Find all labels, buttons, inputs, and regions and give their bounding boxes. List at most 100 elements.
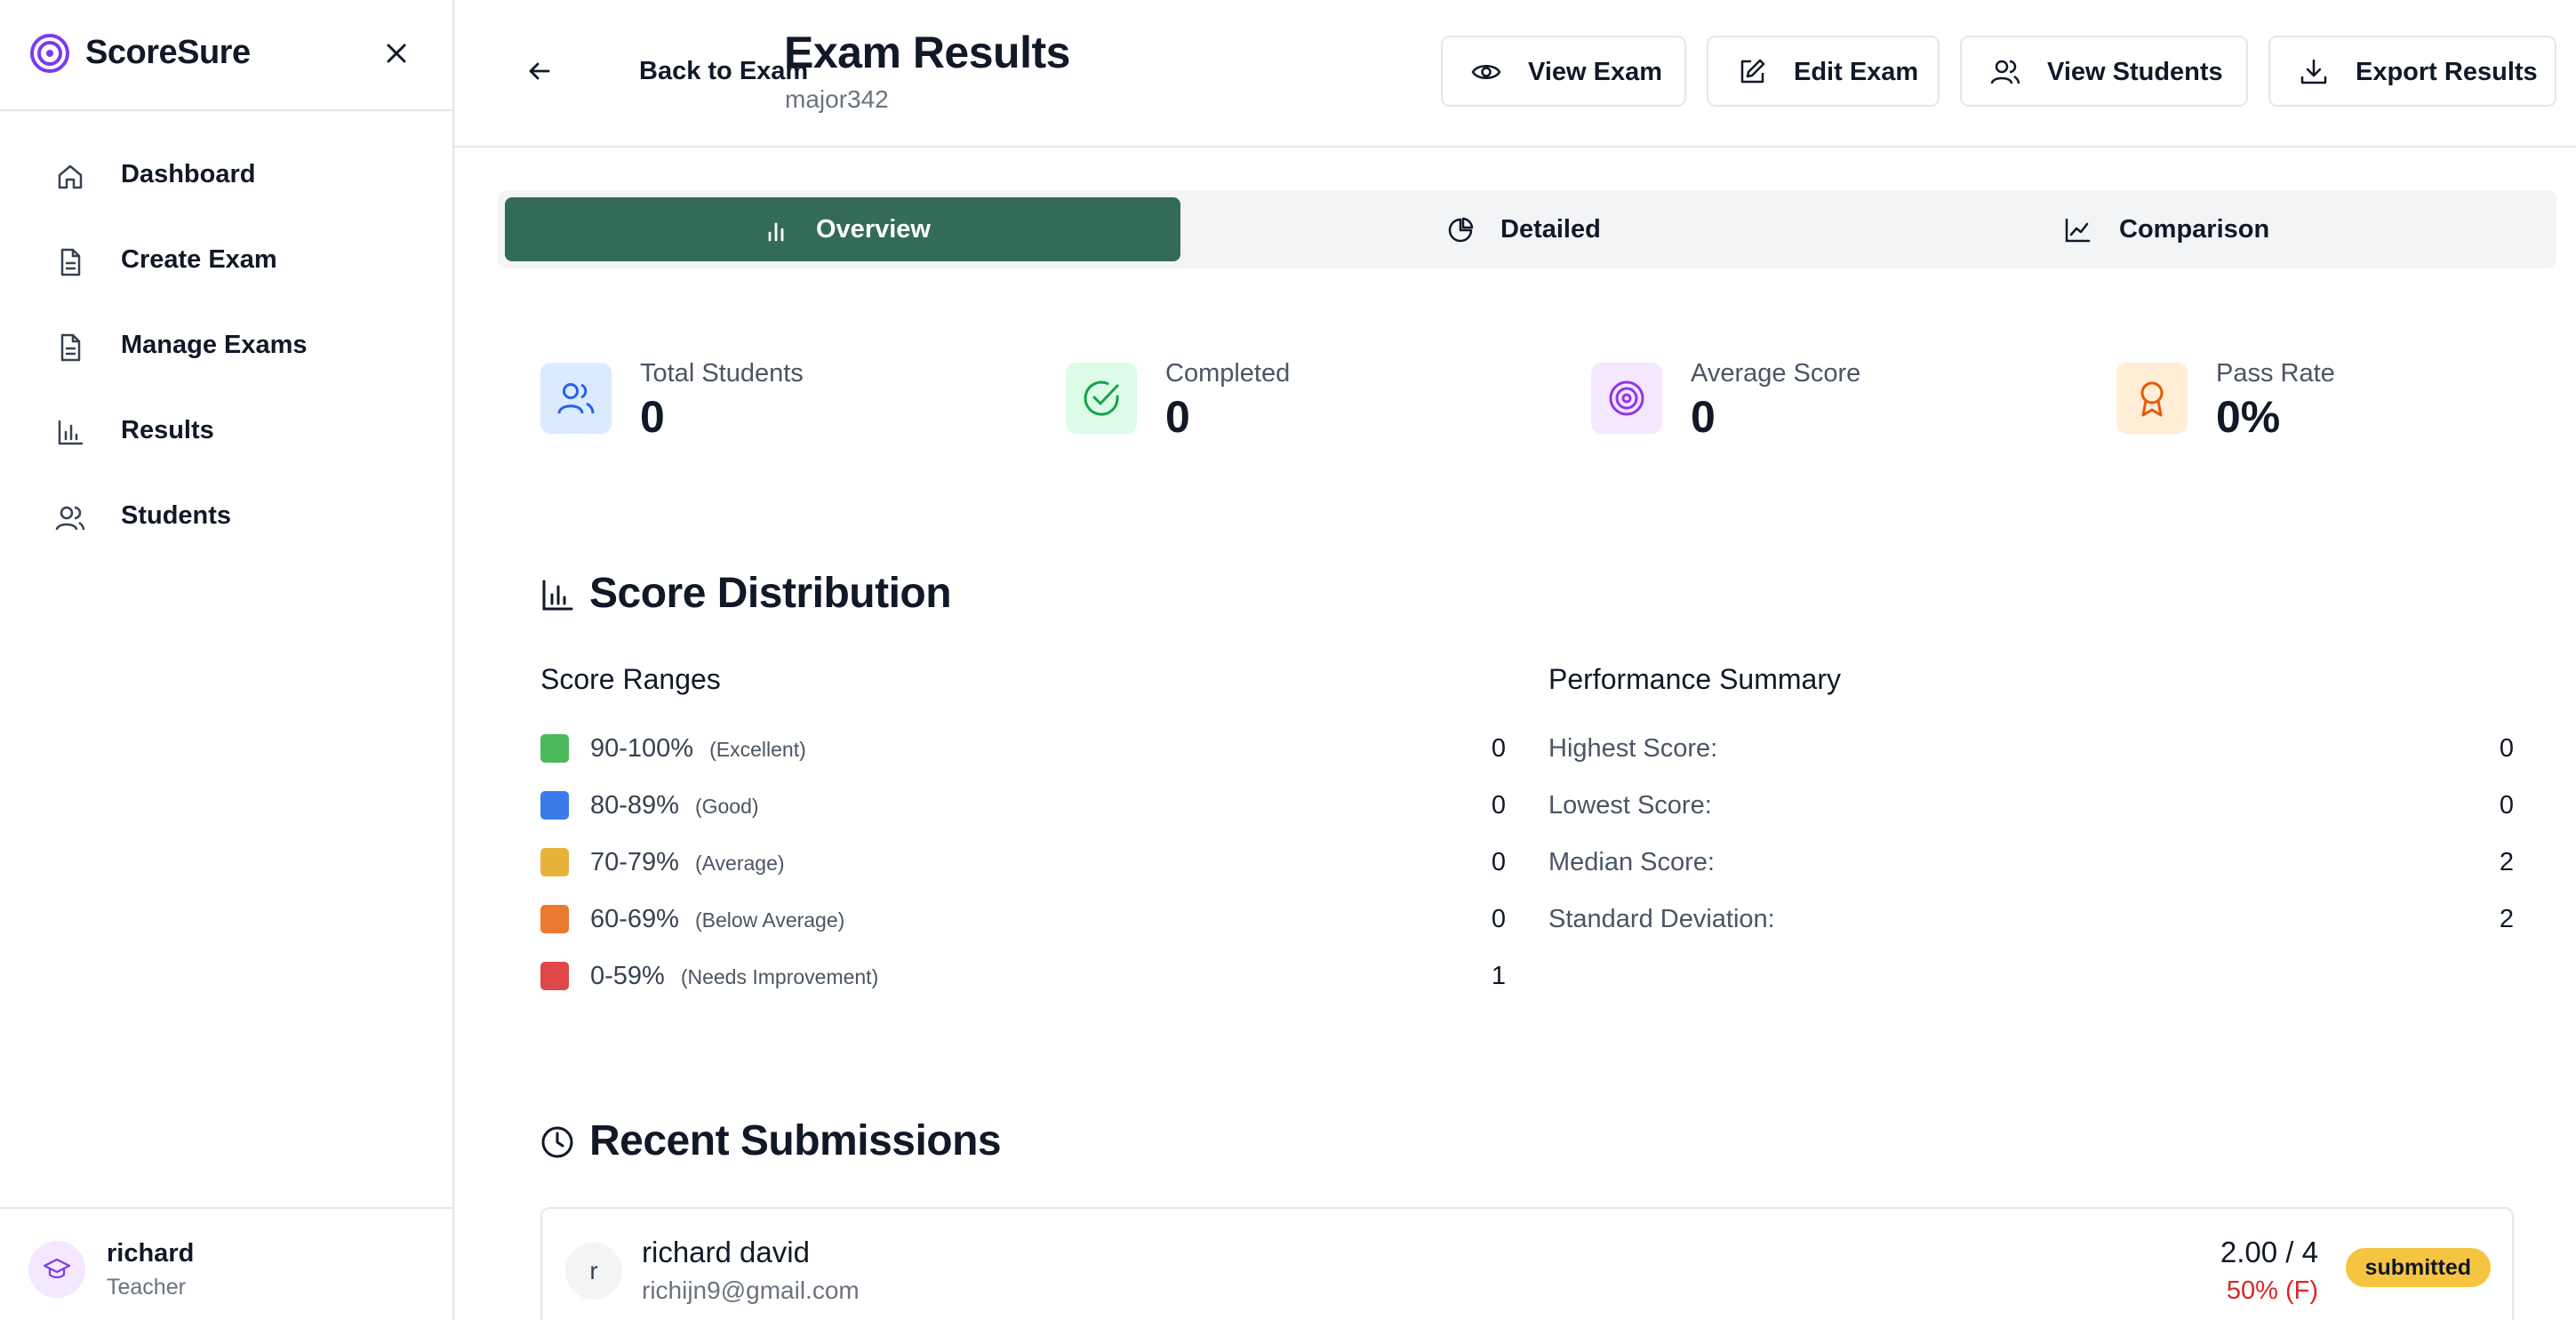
score-distribution-title: Score Distribution [589, 570, 952, 617]
range-label: 70-79% (Average) [590, 848, 785, 876]
exam-code: major342 [785, 85, 889, 113]
stat-icon-box [1591, 363, 1662, 434]
bar-chart-icon [58, 420, 84, 445]
tab-label: Overview [816, 215, 931, 244]
edit-exam-label: Edit Exam [1794, 58, 1919, 86]
close-icon[interactable] [380, 37, 412, 69]
edit-icon [1740, 59, 1765, 84]
student-email: richijn9@gmail.com [642, 1276, 860, 1304]
users-icon [1990, 60, 2020, 84]
student-name: richard david [642, 1236, 810, 1268]
app-name: ScoreSure [85, 34, 251, 71]
range-count: 1 [1491, 962, 1506, 990]
summary-label: Median Score: [1548, 848, 1715, 876]
range-label: 60-69% (Below Average) [590, 905, 845, 933]
back-label: Back to Exam [639, 57, 809, 85]
sidebar-item-results[interactable]: Results [0, 389, 452, 475]
tab-label: Detailed [1500, 215, 1601, 244]
performance-summary-title: Performance Summary [1548, 663, 1841, 695]
stat-average-score: Average Score 0 [1591, 359, 2036, 448]
results-tabs: Overview Detailed Comparison [498, 190, 2556, 268]
range-row-below-average: 60-69% (Below Average) 0 [540, 901, 1506, 937]
summary-value: 2 [2499, 905, 2514, 933]
pie-chart-icon [1448, 217, 1474, 243]
summary-label: Lowest Score: [1548, 791, 1712, 820]
summary-label: Standard Deviation: [1548, 905, 1775, 933]
page-title: Exam Results [784, 28, 1070, 77]
stat-value: 0 [640, 392, 665, 442]
stat-completed: Completed 0 [1066, 359, 1510, 448]
range-row-good: 80-89% (Good) 0 [540, 788, 1506, 823]
user-profile[interactable]: richard Teacher [0, 1207, 452, 1320]
sidebar-item-label: Dashboard [121, 160, 256, 188]
stat-total-students: Total Students 0 [540, 359, 985, 448]
sidebar-item-label: Manage Exams [121, 331, 308, 359]
bar-chart-icon [542, 580, 573, 611]
view-students-button[interactable]: View Students [1960, 36, 2248, 107]
stat-label: Pass Rate [2216, 359, 2335, 388]
view-exam-label: View Exam [1528, 58, 1663, 86]
view-exam-button[interactable]: View Exam [1441, 36, 1686, 107]
edit-exam-button[interactable]: Edit Exam [1707, 36, 1940, 107]
tab-label: Comparison [2119, 215, 2270, 244]
submission-card[interactable]: r richard david richijn9@gmail.com 2.00 … [540, 1207, 2514, 1320]
score-ranges-title: Score Ranges [540, 663, 721, 695]
target-icon [1609, 380, 1644, 416]
summary-value: 0 [2499, 791, 2514, 820]
range-label: 80-89% (Good) [590, 791, 759, 820]
target-logo-icon [30, 34, 69, 73]
summary-label: Highest Score: [1548, 734, 1718, 763]
user-role: Teacher [107, 1275, 186, 1300]
summary-value: 0 [2499, 734, 2514, 763]
award-icon [2140, 381, 2164, 417]
status-badge: submitted [2345, 1248, 2491, 1287]
sidebar-item-create-exam[interactable]: Create Exam [0, 219, 452, 304]
range-label: 90-100% (Excellent) [590, 734, 806, 763]
stat-value: 0 [1165, 392, 1190, 442]
range-swatch [540, 734, 569, 763]
graduation-cap-icon [43, 1258, 71, 1279]
stat-icon-box [1066, 363, 1137, 434]
users-icon [55, 506, 85, 531]
summary-row-highest: Highest Score: 0 [1548, 731, 2514, 766]
tab-comparison[interactable]: Comparison [1874, 197, 2549, 261]
check-circle-icon [1084, 380, 1119, 416]
range-count: 0 [1491, 791, 1506, 820]
sidebar-item-label: Results [121, 416, 214, 444]
file-icon [60, 333, 81, 362]
arrow-left-icon [529, 62, 550, 80]
range-count: 0 [1491, 905, 1506, 933]
bar-chart-icon [768, 222, 784, 242]
stat-label: Completed [1165, 359, 1291, 388]
range-row-excellent: 90-100% (Excellent) 0 [540, 731, 1506, 766]
range-swatch [540, 962, 569, 990]
stat-label: Average Score [1691, 359, 1861, 388]
download-icon [2300, 59, 2327, 84]
stat-value: 0 [1691, 392, 1716, 442]
avatar: r [565, 1243, 622, 1300]
sidebar-item-manage-exams[interactable]: Manage Exams [0, 304, 452, 389]
range-swatch [540, 848, 569, 876]
user-name: richard [107, 1239, 195, 1268]
page-header: Back to Exam Exam Results major342 View … [454, 0, 2576, 148]
range-row-needs-improvement: 0-59% (Needs Improvement) 1 [540, 958, 1506, 994]
range-count: 0 [1491, 734, 1506, 763]
tab-detailed[interactable]: Detailed [1189, 197, 1865, 261]
sidebar-item-students[interactable]: Students [0, 475, 452, 560]
stat-icon-box [540, 363, 612, 434]
sidebar-item-label: Create Exam [121, 245, 277, 274]
range-row-average: 70-79% (Average) 0 [540, 844, 1506, 880]
submission-percent: 50% (F) [2226, 1276, 2318, 1305]
users-icon [557, 383, 595, 414]
stat-value: 0% [2216, 392, 2281, 442]
export-results-label: Export Results [2356, 58, 2538, 86]
file-icon [60, 248, 81, 276]
sidebar-nav: Dashboard Create Exam Manage Exams Resul… [0, 133, 452, 560]
export-results-button[interactable]: Export Results [2268, 36, 2556, 107]
sidebar-item-dashboard[interactable]: Dashboard [0, 133, 452, 219]
avatar [28, 1241, 85, 1298]
summary-row-lowest: Lowest Score: 0 [1548, 788, 2514, 823]
sidebar-item-label: Students [121, 501, 232, 530]
tab-overview[interactable]: Overview [505, 197, 1180, 261]
summary-value: 2 [2499, 848, 2514, 876]
